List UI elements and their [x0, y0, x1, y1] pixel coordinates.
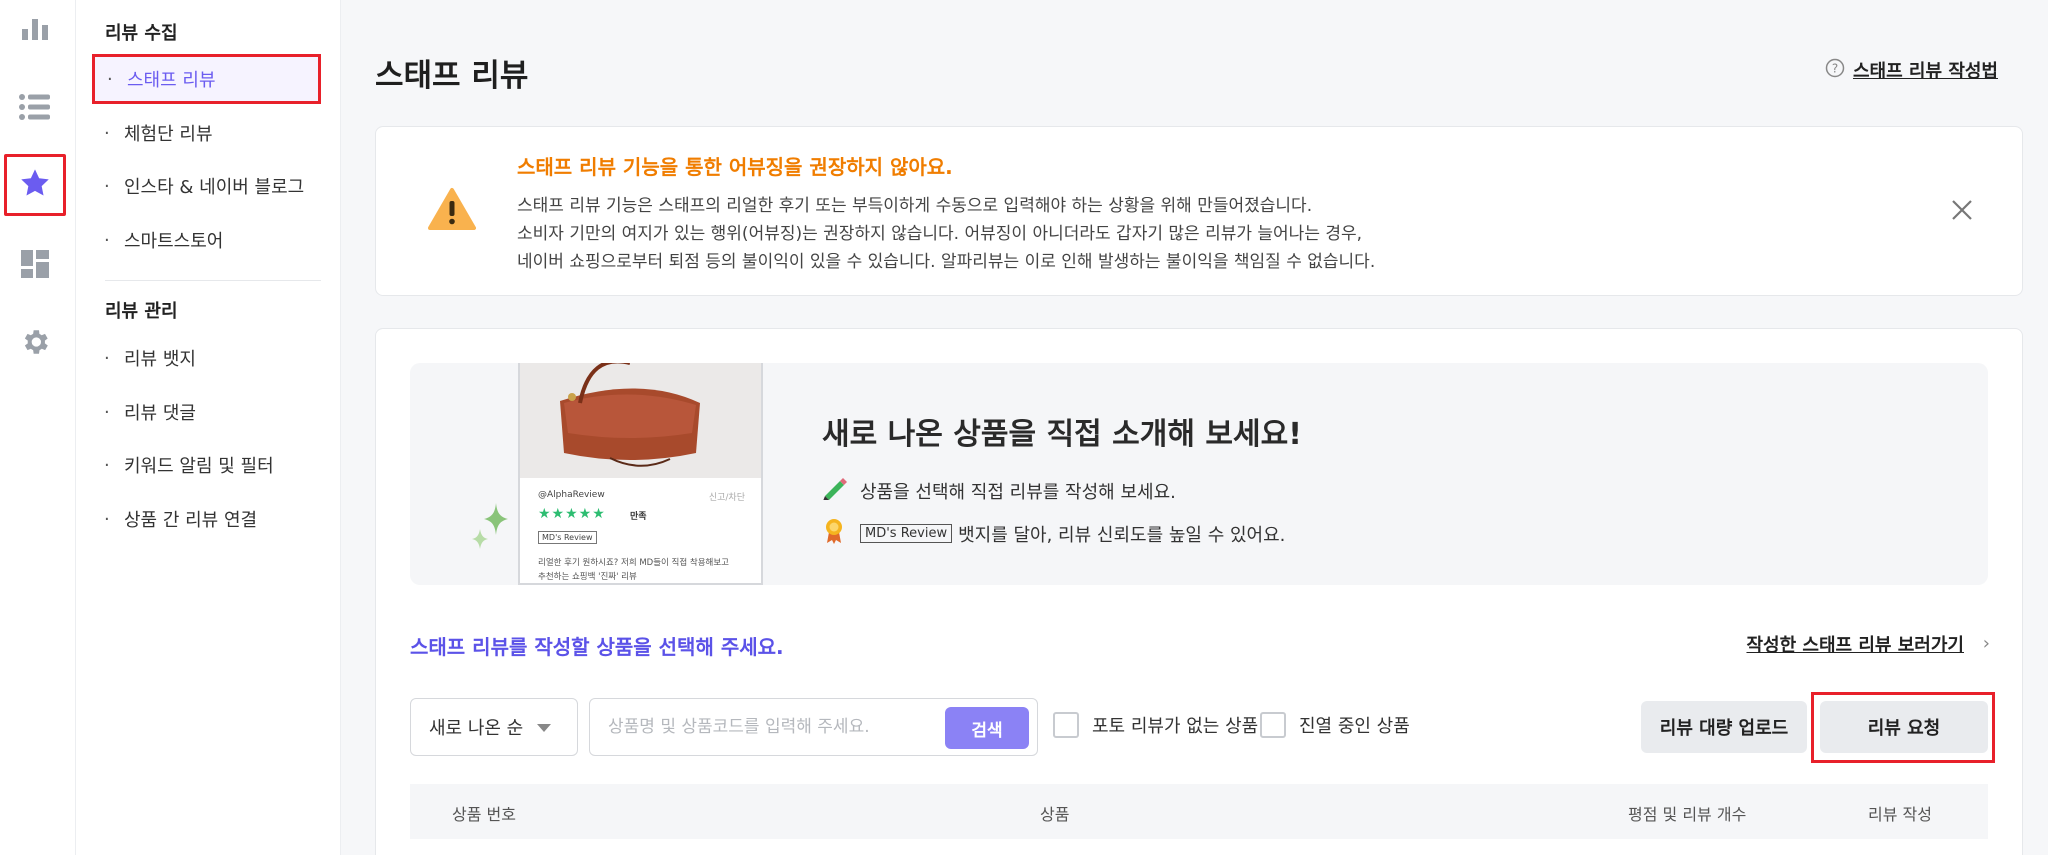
rail-button-settings[interactable]: [4, 313, 66, 375]
menu-bullet: ·: [107, 68, 113, 90]
rail-button-reviews[interactable]: [4, 154, 66, 216]
menu-section-title: 리뷰 수집: [105, 23, 178, 44]
menu-bullet: ·: [104, 175, 110, 197]
sort-select[interactable]: 새로 나온 순: [410, 698, 578, 756]
menu-divider: [105, 280, 321, 281]
bulk-upload-button[interactable]: 리뷰 대량 업로드: [1641, 701, 1807, 753]
select-product-prompt: 스태프 리뷰를 작성할 상품을 선택해 주세요.: [410, 635, 784, 659]
md-review-badge: MD's Review: [860, 524, 953, 543]
sort-select-value: 새로 나온 순: [429, 718, 524, 739]
column-product-number: 상품 번호: [452, 805, 516, 824]
column-product: 상품: [1040, 805, 1070, 824]
review-request-highlight: [1811, 692, 1995, 763]
list-icon: [19, 93, 51, 125]
search-input[interactable]: [608, 713, 908, 741]
promo-title: 새로 나온 상품을 직접 소개해 보세요!: [822, 417, 1302, 452]
help-link-label: 스태프 리뷰 작성법: [1852, 61, 1998, 82]
menu-item-keyword-filter[interactable]: · 키워드 알림 및 필터: [92, 440, 321, 490]
promo-line: MD's Review 뱃지를 달아, 리뷰 신뢰도를 높일 수 있어요.: [822, 518, 1285, 549]
rail-button-list[interactable]: [4, 78, 66, 140]
menu-item-label: 리뷰 댓글: [124, 403, 196, 424]
chevron-right-icon[interactable]: ›: [1983, 633, 1990, 654]
rating-text: 만족: [630, 512, 647, 522]
checkbox[interactable]: [1053, 712, 1079, 738]
table-header: 상품 번호 상품 평점 및 리뷰 개수 리뷰 작성: [410, 784, 1988, 839]
menu-item-label: 인스타 & 네이버 블로그: [124, 177, 305, 198]
sub-menu: 리뷰 수집 · 스태프 리뷰 · 체험단 리뷰 · 인스타 & 네이버 블로그 …: [76, 0, 341, 855]
menu-item-label: 스태프 리뷰: [127, 70, 216, 91]
menu-bullet: ·: [104, 229, 110, 251]
dashboard-icon: [20, 249, 50, 283]
sparkle-icon: [470, 503, 510, 557]
menu-item-smartstore[interactable]: · 스마트스토어: [92, 215, 321, 265]
search-button[interactable]: 검색: [945, 707, 1029, 749]
notice-line: 네이버 쇼핑으로부터 퇴점 등의 불이익이 있을 수 있습니다. 알파리뷰는 이…: [517, 252, 1376, 272]
menu-bullet: ·: [104, 508, 110, 530]
column-rating-count: 평점 및 리뷰 개수: [1628, 805, 1747, 824]
menu-item-label: 키워드 알림 및 필터: [124, 456, 274, 477]
notice-line: 스태프 리뷰 기능은 스태프의 리얼한 후기 또는 부득이하게 수동으로 입력해…: [517, 196, 1313, 216]
phone-report-link: 신고/차단: [708, 493, 745, 503]
phone-mockup: @AlphaReview 신고/차단 ★★★★★ 만족 MD's Review …: [518, 363, 763, 585]
menu-bullet: ·: [104, 122, 110, 144]
filter-label: 포토 리뷰가 없는 상품: [1092, 716, 1259, 737]
menu-item-review-badge[interactable]: · 리뷰 뱃지: [92, 333, 321, 383]
star-icon: [19, 167, 51, 203]
bar-chart-icon: [20, 17, 50, 45]
promo-line-text: 상품을 선택해 직접 리뷰를 작성해 보세요.: [860, 481, 1176, 503]
help-link[interactable]: ? 스태프 리뷰 작성법: [1825, 57, 1998, 83]
menu-item-label: 스마트스토어: [124, 231, 224, 252]
md-review-badge: MD's Review: [538, 531, 597, 544]
award-icon: [822, 518, 860, 549]
menu-item-insta-blog[interactable]: · 인스타 & 네이버 블로그: [92, 161, 321, 211]
rail-button-stats[interactable]: [4, 0, 66, 62]
warning-notice: 스태프 리뷰 기능을 통한 어뷰징을 권장하지 않아요. 스태프 리뷰 기능은 …: [375, 126, 2023, 296]
column-write-review: 리뷰 작성: [1868, 805, 1932, 824]
svg-text:?: ?: [1832, 61, 1838, 75]
warning-icon: [428, 187, 476, 235]
menu-item-review-comment[interactable]: · 리뷰 댓글: [92, 387, 321, 437]
help-icon: ?: [1825, 58, 1845, 83]
menu-item-label: 상품 간 리뷰 연결: [124, 510, 258, 531]
menu-bullet: ·: [104, 401, 110, 423]
written-reviews-link[interactable]: 작성한 스태프 리뷰 보러가기: [1746, 631, 1964, 657]
filter-no-photo-review[interactable]: 포토 리뷰가 없는 상품: [1053, 712, 1258, 738]
menu-item-trial-review[interactable]: · 체험단 리뷰: [92, 108, 321, 158]
phone-review-text: 리얼한 후기 원하시죠? 저희 MD들이 직접 착용해보고 추천하는 쇼핑백 '…: [538, 556, 758, 583]
page-title: 스태프 리뷰: [375, 58, 529, 94]
menu-section-title: 리뷰 관리: [105, 301, 178, 322]
menu-bullet: ·: [104, 347, 110, 369]
filter-label: 진열 중인 상품: [1299, 716, 1410, 737]
pencil-icon: [822, 476, 860, 505]
menu-item-label: 리뷰 뱃지: [124, 349, 196, 370]
rail-button-widgets[interactable]: [4, 235, 66, 297]
icon-rail: [0, 0, 76, 855]
filter-on-display[interactable]: 진열 중인 상품: [1260, 712, 1410, 738]
promo-line: 상품을 선택해 직접 리뷰를 작성해 보세요.: [822, 476, 1176, 505]
notice-title: 스태프 리뷰 기능을 통한 어뷰징을 권장하지 않아요.: [517, 155, 953, 179]
star-rating: ★★★★★: [538, 506, 606, 522]
menu-item-label: 체험단 리뷰: [124, 124, 213, 145]
phone-review-line: 리얼한 후기 원하시죠? 저희 MD들이 직접 착용해보고: [538, 558, 730, 568]
promo-line-text: 뱃지를 달아, 리뷰 신뢰도를 높일 수 있어요.: [958, 524, 1286, 546]
phone-username: @AlphaReview: [538, 490, 605, 500]
menu-item-review-link[interactable]: · 상품 간 리뷰 연결: [92, 494, 321, 544]
phone-review-line: 추천하는 쇼핑백 '진짜' 리뷰: [538, 572, 637, 582]
menu-item-staff-review[interactable]: · 스태프 리뷰: [92, 54, 321, 104]
close-icon[interactable]: [1950, 198, 1974, 222]
search-box: 검색: [589, 698, 1038, 756]
notice-line: 소비자 기만의 여지가 있는 행위(어뷰징)는 권장하지 않습니다. 어뷰징이 …: [517, 224, 1363, 244]
chevron-down-icon: [537, 724, 551, 732]
promo-banner: @AlphaReview 신고/차단 ★★★★★ 만족 MD's Review …: [410, 363, 1988, 585]
product-photo: [520, 363, 761, 478]
menu-bullet: ·: [104, 454, 110, 476]
gear-icon: [19, 326, 51, 362]
checkbox[interactable]: [1260, 712, 1286, 738]
